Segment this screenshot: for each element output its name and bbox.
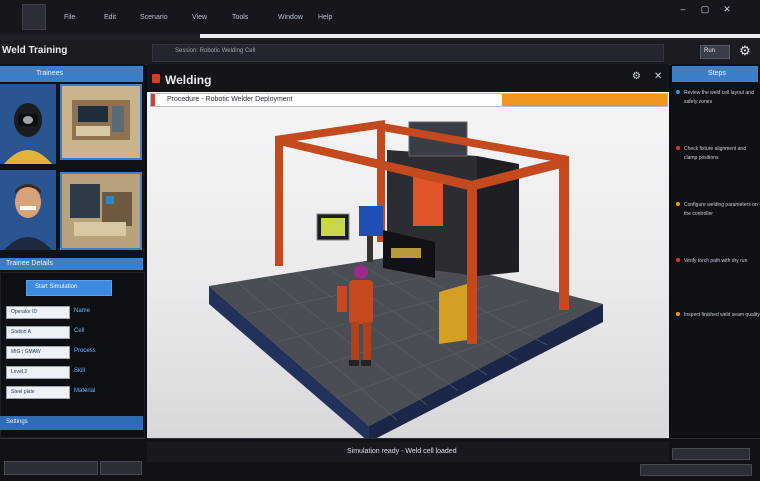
- settings-tab[interactable]: Settings: [0, 416, 143, 430]
- welder-avatar: [0, 84, 56, 164]
- app-title: Weld Training: [2, 45, 68, 56]
- toolbar-highlight: [200, 34, 760, 38]
- step-item[interactable]: Verify torch path with dry run: [676, 258, 758, 288]
- form-field-cell[interactable]: Station A: [6, 326, 70, 339]
- 3d-viewport[interactable]: [147, 64, 669, 440]
- controller-thumbnail-image: [62, 174, 140, 248]
- instructor-avatar: [0, 170, 56, 250]
- menu-item-edit[interactable]: Edit: [104, 14, 116, 21]
- robot-arm-icon[interactable]: ⚙: [736, 42, 754, 60]
- viewport-titlebar: [147, 64, 669, 92]
- alert-icon: [152, 74, 160, 83]
- form-field-name[interactable]: Operator ID: [6, 306, 70, 319]
- menu-item-scenario[interactable]: Scenario: [140, 14, 168, 21]
- menu-item-view[interactable]: View: [192, 14, 207, 21]
- step-bullet-icon: [676, 146, 680, 150]
- procedure-progress-bar: Procedure - Robotic Welder Deployment: [150, 93, 668, 107]
- session-tab-label: Session: Robotic Welding Cell: [175, 48, 256, 54]
- procedure-progress-label: Procedure - Robotic Welder Deployment: [167, 96, 293, 103]
- run-button[interactable]: Run: [700, 45, 730, 59]
- step-text: Review the weld cell layout and safety z…: [684, 90, 754, 105]
- step-item[interactable]: Review the weld cell layout and safety z…: [676, 90, 758, 120]
- form-field-value: Operator ID: [11, 309, 38, 315]
- bottom-right-field[interactable]: [672, 448, 750, 460]
- maximize-icon[interactable]: ▢: [698, 4, 712, 15]
- form-label: Cell: [74, 328, 85, 334]
- menu-item-help[interactable]: Help: [318, 14, 332, 21]
- start-simulation-label: Start Simulation: [35, 284, 78, 290]
- thumbnail-controller[interactable]: [60, 172, 142, 250]
- steps-header: Steps: [672, 66, 758, 82]
- close-icon[interactable]: ✕: [720, 4, 734, 15]
- bottom-small-field[interactable]: [100, 461, 142, 475]
- thumbnail-welder-station[interactable]: [60, 84, 142, 160]
- form-field-skill[interactable]: Level 2: [6, 366, 70, 379]
- menu-item-window[interactable]: Window: [278, 14, 303, 21]
- station-thumbnail-image: [62, 86, 140, 158]
- step-bullet-icon: [676, 90, 680, 94]
- step-bullet-icon: [676, 202, 680, 206]
- trainee-card-2[interactable]: [0, 170, 56, 250]
- start-simulation-button[interactable]: Start Simulation: [26, 280, 112, 296]
- run-button-label: Run: [704, 48, 716, 54]
- form-field-value: Steel plate: [11, 389, 35, 395]
- form-field-material[interactable]: Steel plate: [6, 386, 70, 399]
- step-item[interactable]: Check fixture alignment and clamp positi…: [676, 146, 758, 176]
- session-tab[interactable]: Session: Robotic Welding Cell: [152, 44, 664, 62]
- step-bullet-icon: [676, 258, 680, 262]
- form-field-value: Station A: [11, 329, 32, 335]
- trainee-card-1[interactable]: [0, 84, 56, 164]
- form-field-value: MIG / GMAW: [11, 349, 41, 355]
- menu-item-tools[interactable]: Tools: [232, 14, 248, 21]
- left-panel-title: Trainees: [36, 70, 63, 77]
- bottom-input-field[interactable]: [4, 461, 98, 475]
- status-bar: Simulation ready - Weld cell loaded: [147, 442, 669, 462]
- steps-title: Steps: [708, 70, 726, 77]
- form-label: Material: [74, 388, 96, 394]
- trainee-details-header: Trainee Details: [0, 258, 143, 270]
- app-logo: [22, 4, 46, 30]
- step-item[interactable]: Inspect finished weld seam quality: [676, 312, 760, 342]
- step-text: Configure welding parameters on the cont…: [684, 202, 758, 217]
- status-text: Simulation ready - Weld cell loaded: [347, 448, 457, 455]
- step-item[interactable]: Configure welding parameters on the cont…: [676, 202, 758, 232]
- step-text: Check fixture alignment and clamp positi…: [684, 146, 746, 161]
- menu-item-file[interactable]: File: [64, 14, 75, 21]
- form-label: Name: [74, 308, 91, 314]
- progress-fill: [502, 94, 667, 106]
- left-panel-header: Trainees: [0, 66, 143, 82]
- weld-cell-scene: [209, 120, 603, 440]
- close-viewport-icon[interactable]: ✕: [654, 71, 662, 82]
- trainee-details-title: Trainee Details: [6, 260, 53, 267]
- form-field-value: Level 2: [11, 369, 28, 375]
- step-text: Inspect finished weld seam quality: [684, 312, 760, 318]
- form-label: Skill: [74, 368, 86, 374]
- viewport-title: Welding: [165, 73, 212, 87]
- settings-tab-label: Settings: [6, 419, 28, 425]
- settings-icon[interactable]: ⚙: [632, 71, 641, 82]
- form-field-process[interactable]: MIG / GMAW: [6, 346, 70, 359]
- progress-marker: [151, 94, 155, 106]
- bottom-right-field-2[interactable]: [640, 464, 752, 476]
- step-bullet-icon: [676, 312, 680, 316]
- form-label: Process: [74, 348, 96, 354]
- step-text: Verify torch path with dry run: [684, 258, 748, 264]
- minimize-icon[interactable]: –: [676, 4, 690, 14]
